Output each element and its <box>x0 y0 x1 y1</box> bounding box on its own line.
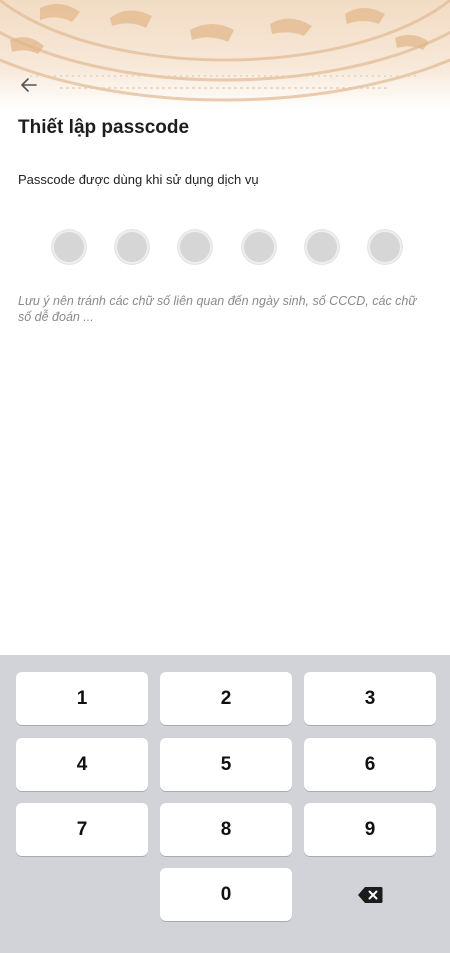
key-9[interactable]: 9 <box>304 803 436 856</box>
key-3[interactable]: 3 <box>304 672 436 725</box>
passcode-note: Lưu ý nên tránh các chữ số liên quan đến… <box>18 294 417 324</box>
key-7[interactable]: 7 <box>16 803 148 856</box>
pin-dot <box>367 230 402 264</box>
key-0[interactable]: 0 <box>160 868 292 921</box>
pin-dot <box>115 230 150 264</box>
key-8[interactable]: 8 <box>160 803 292 856</box>
key-6[interactable]: 6 <box>304 738 436 791</box>
pin-dot <box>178 230 213 264</box>
pin-dot <box>304 230 339 264</box>
key-5[interactable]: 5 <box>160 738 292 791</box>
pin-dot <box>241 230 276 264</box>
delete-key[interactable] <box>304 868 436 921</box>
key-4[interactable]: 4 <box>16 738 148 791</box>
back-button[interactable] <box>14 70 44 100</box>
pin-dot <box>52 230 86 264</box>
header-decoration <box>0 0 450 110</box>
page-title: Thiết lập passcode <box>18 117 190 138</box>
backspace-icon <box>358 886 383 903</box>
key-1[interactable]: 1 <box>16 672 148 725</box>
arrow-left-icon <box>21 78 37 92</box>
numeric-keypad: 1 2 3 4 5 6 7 8 9 0 <box>0 655 450 953</box>
page-subtitle: Passcode được dùng khi sử dụng dịch vụ <box>18 172 259 187</box>
key-2[interactable]: 2 <box>160 672 292 725</box>
key-blank <box>16 868 148 921</box>
drum-pattern-icon <box>0 0 450 102</box>
passcode-indicator <box>52 230 402 264</box>
